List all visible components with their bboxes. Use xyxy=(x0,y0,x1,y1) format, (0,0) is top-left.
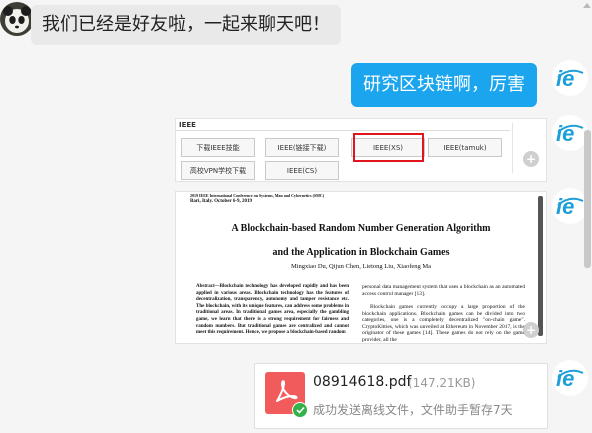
file-name: 08914618.pdf xyxy=(313,374,412,390)
outgoing-message-bubble[interactable]: 研究区块链啊，厉害 xyxy=(351,63,537,107)
ie-logo-icon: ie xyxy=(556,121,584,146)
panda-avatar-image xyxy=(0,2,34,36)
my-avatar[interactable]: ie xyxy=(552,60,588,96)
image-message-buttons[interactable]: IEEE 下载IEEE技能 IEEE(链接下载) IEEE(XS) IEEE(t… xyxy=(175,118,547,182)
image-message-paper[interactable]: 2019 IEEE International Conference on Sy… xyxy=(175,191,547,344)
paper-right-col-p1: personal data management system that use… xyxy=(362,284,525,297)
file-size: (147.21KB) xyxy=(408,376,476,390)
my-avatar[interactable]: ie xyxy=(552,115,588,151)
ie-logo-icon: ie xyxy=(556,366,584,391)
screenshot-right-divider xyxy=(512,123,513,173)
ie-logo-icon: ie xyxy=(556,194,584,219)
screenshot-button-1: 下载IEEE技能 xyxy=(181,138,255,157)
paper-authors: Mingxiao Du, Qijun Chen, Lietong Liu, Xi… xyxy=(290,263,432,270)
svg-text:ie: ie xyxy=(556,66,574,91)
red-highlight-box xyxy=(353,133,424,162)
paper-abstract: Abstract—Blockchain technology has devel… xyxy=(196,284,349,336)
svg-text:ie: ie xyxy=(556,366,574,391)
screenshot-button-5: 高校VPN学校下载 xyxy=(181,161,255,180)
my-avatar[interactable]: ie xyxy=(552,188,588,224)
screenshot-divider xyxy=(176,130,510,131)
screenshot-button-2: IEEE(链接下载) xyxy=(265,138,339,157)
screenshot-button-4: IEEE(tamuk) xyxy=(428,138,502,157)
ie-logo-icon: ie xyxy=(556,66,584,91)
chat-scrollbar-thumb[interactable] xyxy=(584,130,591,268)
paper-title-line1: A Blockchain-based Random Number Generat… xyxy=(231,223,491,234)
zoom-in-icon[interactable]: + xyxy=(523,151,539,167)
incoming-message-bubble[interactable]: 我们已经是好友啦，一起来聊天吧！ xyxy=(31,5,341,45)
paper-right-col-p2: Blockchain games currently occupy a larg… xyxy=(362,304,525,343)
my-avatar[interactable]: ie xyxy=(552,360,588,396)
screenshot-button-6: IEEE(CS) xyxy=(265,161,339,180)
screenshot-tab-label: IEEE xyxy=(179,121,196,129)
incoming-message-text: 我们已经是好友啦，一起来聊天吧！ xyxy=(42,14,330,35)
scroll-up-arrow-icon[interactable] xyxy=(583,3,591,8)
file-message-card[interactable]: 08914618.pdf (147.21KB) 成功发送离线文件，文件助手暂存7… xyxy=(254,363,548,429)
zoom-in-icon[interactable]: + xyxy=(523,322,539,338)
success-check-icon xyxy=(292,402,308,418)
outgoing-message-text: 研究区块链啊，厉害 xyxy=(363,74,525,95)
paper-header-line2: Bari, Italy. October 6-9, 2019 xyxy=(190,199,252,204)
paper-header-line1: 2019 IEEE International Conference on Sy… xyxy=(190,193,325,198)
svg-text:ie: ie xyxy=(556,194,574,219)
friend-avatar[interactable] xyxy=(0,2,34,36)
svg-text:ie: ie xyxy=(556,121,574,146)
paper-scrollbar xyxy=(538,196,543,336)
paper-title-line2: and the Application in Blockchain Games xyxy=(272,247,450,258)
paper-page: 2019 IEEE International Conference on Sy… xyxy=(184,192,538,343)
file-status-text: 成功发送离线文件，文件助手暂存7天 xyxy=(313,403,513,417)
